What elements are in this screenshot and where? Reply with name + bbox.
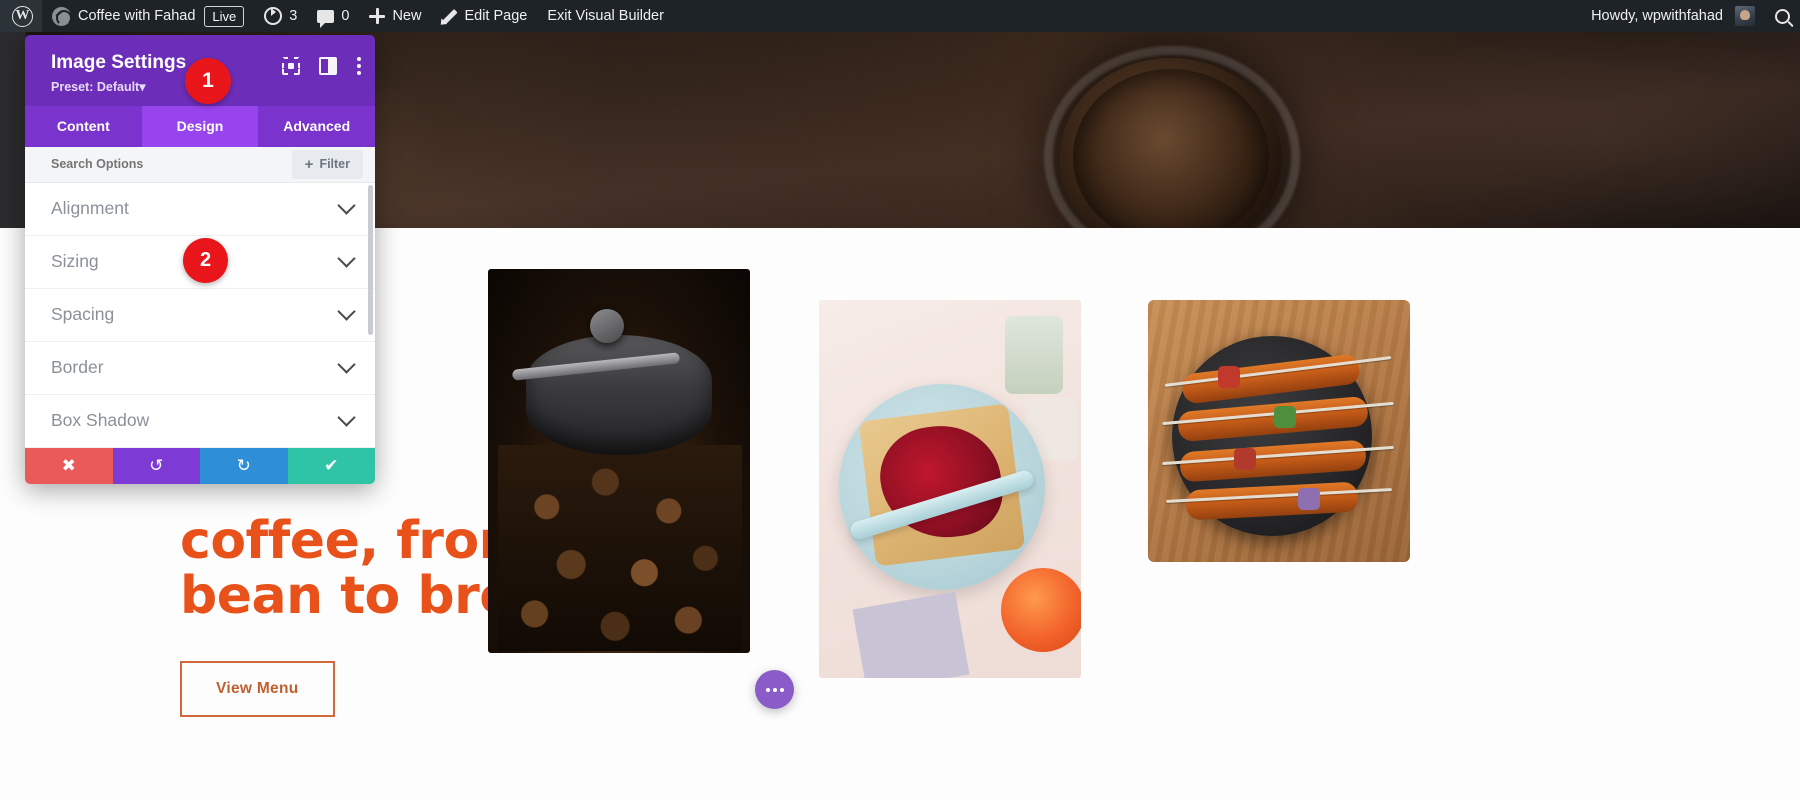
kebab-dot bbox=[356, 64, 361, 68]
comments-count: 0 bbox=[341, 8, 350, 24]
search-icon bbox=[1775, 8, 1790, 24]
tomato-piece-2 bbox=[1234, 448, 1256, 470]
capsicum-piece bbox=[1274, 406, 1296, 428]
filter-label: Filter bbox=[319, 157, 350, 172]
undo-button[interactable]: ↺ bbox=[112, 447, 200, 484]
search-input[interactable] bbox=[51, 157, 241, 172]
beans-pile bbox=[498, 445, 742, 651]
chevron-down-icon bbox=[337, 408, 356, 427]
grinder-body bbox=[526, 335, 712, 455]
live-badge: Live bbox=[204, 5, 245, 27]
site-name-menu[interactable]: Coffee with Fahad Live bbox=[42, 0, 254, 32]
wp-logo-button[interactable]: W bbox=[0, 0, 42, 32]
preset-dropdown[interactable]: Preset: Default▾ bbox=[51, 79, 186, 94]
modal-options-list: Alignment Sizing Spacing Border Box Shad… bbox=[25, 182, 375, 448]
option-alignment[interactable]: Alignment bbox=[25, 183, 375, 236]
more-horizontal-icon bbox=[772, 687, 777, 692]
annotation-badge-1: 1 bbox=[185, 58, 231, 104]
option-label: Sizing bbox=[51, 251, 99, 272]
site-name-label: Coffee with Fahad bbox=[78, 8, 196, 24]
jam-toast-image[interactable] bbox=[819, 300, 1081, 678]
annotation-badge-2: 2 bbox=[183, 238, 228, 283]
option-spacing[interactable]: Spacing bbox=[25, 289, 375, 342]
admin-search-button[interactable] bbox=[1765, 0, 1800, 32]
more-vertical-icon[interactable] bbox=[356, 57, 361, 75]
option-box-shadow[interactable]: Box Shadow bbox=[25, 395, 375, 448]
modal-header-icons bbox=[282, 57, 361, 75]
coffee-beans-grinder-image[interactable] bbox=[488, 269, 750, 653]
modal-action-bar: ✖ ↺ ↻ ✔ bbox=[25, 447, 375, 484]
tab-advanced[interactable]: Advanced bbox=[258, 106, 375, 147]
tab-design[interactable]: Design bbox=[141, 105, 259, 147]
plus-icon bbox=[369, 8, 386, 24]
save-button[interactable]: ✔ bbox=[287, 447, 375, 484]
edit-page-label: Edit Page bbox=[464, 8, 528, 24]
revisions-count: 3 bbox=[289, 8, 298, 24]
avatar bbox=[1735, 6, 1755, 26]
account-menu[interactable]: Howdy, wpwithfahad bbox=[1581, 0, 1765, 32]
tab-content[interactable]: Content bbox=[25, 106, 142, 147]
edit-page-button[interactable]: Edit Page bbox=[431, 0, 537, 32]
view-menu-button[interactable]: View Menu bbox=[180, 661, 335, 718]
option-border[interactable]: Border bbox=[25, 342, 375, 395]
kebab-dot bbox=[356, 57, 361, 61]
grinder-knob bbox=[590, 309, 624, 343]
new-content-button[interactable]: New bbox=[359, 0, 431, 32]
green-glass bbox=[1005, 316, 1063, 394]
tomato-piece bbox=[1218, 366, 1240, 388]
comments-button[interactable]: 0 bbox=[307, 0, 359, 32]
napkin bbox=[852, 591, 970, 678]
modal-scrollbar[interactable] bbox=[368, 184, 373, 447]
chevron-down-icon bbox=[337, 302, 356, 321]
chevron-down-icon bbox=[337, 249, 356, 268]
focus-target-icon[interactable] bbox=[282, 57, 300, 75]
option-label: Alignment bbox=[51, 198, 129, 219]
chevron-down-icon bbox=[337, 355, 356, 374]
modal-search-row: + Filter bbox=[25, 146, 375, 183]
comment-bubble-icon bbox=[317, 9, 335, 28]
modal-title: Image Settings bbox=[51, 52, 187, 73]
revisions-button[interactable]: 3 bbox=[254, 0, 307, 32]
onion-piece bbox=[1298, 488, 1320, 510]
howdy-label: Howdy, wpwithfahad bbox=[1591, 8, 1723, 24]
option-label: Border bbox=[51, 357, 104, 378]
dashboard-icon bbox=[52, 6, 72, 26]
option-label: Box Shadow bbox=[51, 410, 150, 431]
plus-icon: + bbox=[304, 155, 314, 173]
exit-visual-builder-button[interactable]: Exit Visual Builder bbox=[537, 0, 674, 32]
orange-drink bbox=[1001, 568, 1081, 652]
page-settings-fab[interactable] bbox=[755, 670, 794, 709]
modal-tab-bar: Content Design Advanced bbox=[25, 105, 375, 147]
scrollbar-thumb[interactable] bbox=[368, 184, 373, 335]
chevron-down-icon: ▾ bbox=[139, 79, 146, 94]
exit-builder-label: Exit Visual Builder bbox=[547, 8, 664, 24]
chevron-down-icon bbox=[337, 196, 356, 215]
chicken-skewers-image[interactable] bbox=[1148, 300, 1410, 562]
wordpress-logo-icon: W bbox=[12, 5, 33, 27]
filter-button[interactable]: + Filter bbox=[291, 149, 363, 179]
more-horizontal-icon bbox=[779, 687, 784, 692]
option-label: Spacing bbox=[51, 304, 115, 325]
more-horizontal-icon bbox=[765, 687, 770, 692]
wp-admin-bar: W Coffee with Fahad Live 3 0 New Edit Pa… bbox=[0, 0, 1800, 32]
kebab-dot bbox=[356, 71, 361, 75]
close-button[interactable]: ✖ bbox=[25, 447, 113, 484]
builder-left-edge bbox=[0, 32, 26, 228]
redo-button[interactable]: ↻ bbox=[200, 447, 288, 484]
hero-bokeh-right bbox=[1300, 32, 1800, 228]
new-label: New bbox=[392, 8, 422, 24]
preset-label: Preset: Default bbox=[51, 79, 140, 94]
revision-sync-icon bbox=[264, 7, 283, 25]
pencil-icon bbox=[441, 8, 457, 24]
layout-panel-icon[interactable] bbox=[319, 57, 337, 75]
